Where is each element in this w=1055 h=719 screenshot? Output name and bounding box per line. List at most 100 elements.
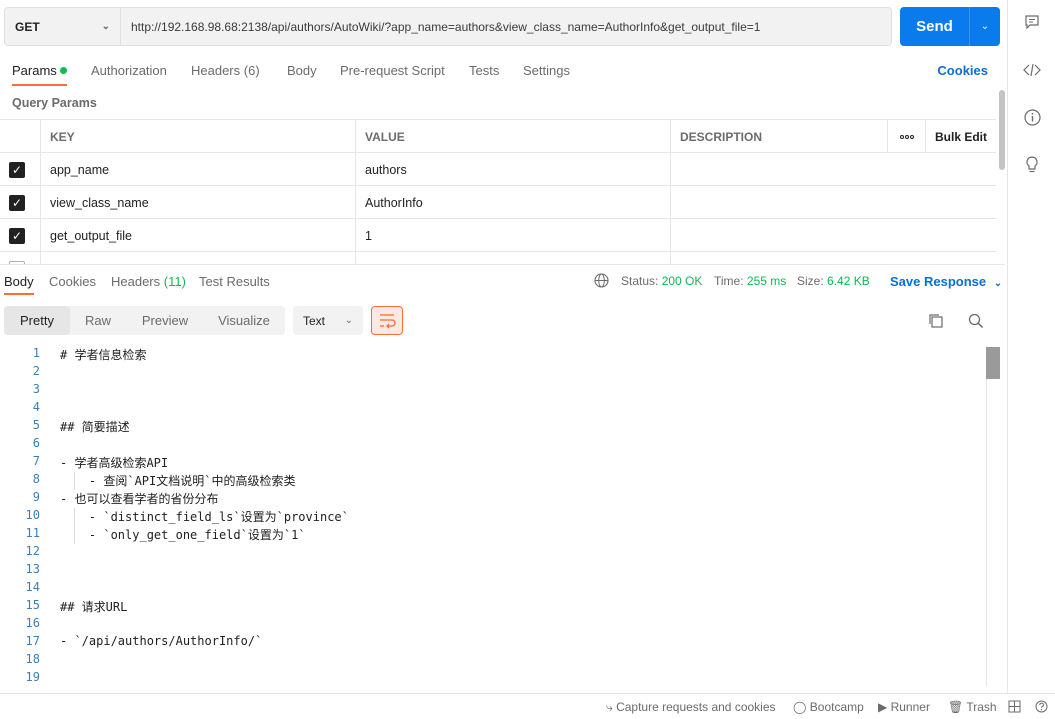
trash-button[interactable]: 🗑 Trash <box>948 700 997 714</box>
line-text: # 学者信息检索 <box>60 348 147 362</box>
bulk-edit-button[interactable]: Bulk Edit <box>925 120 996 153</box>
layout-icon[interactable] <box>1008 700 1021 716</box>
view-mode-visualize[interactable]: Visualize <box>209 306 279 335</box>
indent-guide <box>74 508 75 544</box>
code-line: 1 # 学者信息检索 <box>0 346 985 364</box>
editor-scrollbar[interactable] <box>986 347 1000 379</box>
code-line: 4 <box>0 400 985 418</box>
row-checkbox[interactable]: ✓ <box>0 219 40 252</box>
tab-pre-request-script[interactable]: Pre-request Script <box>340 63 445 78</box>
chevron-down-icon[interactable]: ⌄ <box>970 21 1000 32</box>
globe-icon[interactable] <box>594 273 609 291</box>
params-table: KEY VALUE DESCRIPTION Bulk Edit ✓ app_na… <box>0 119 996 264</box>
view-mode-pretty[interactable]: Pretty <box>4 306 70 335</box>
tab-headers[interactable]: Headers (6) <box>191 63 260 78</box>
view-mode-preview[interactable]: Preview <box>132 306 198 335</box>
cookies-link[interactable]: Cookies <box>937 63 988 78</box>
send-label: Send <box>916 18 953 35</box>
response-tab-body[interactable]: Body <box>4 274 34 289</box>
param-value[interactable]: authors <box>355 153 670 186</box>
param-value[interactable]: 1 <box>355 219 670 252</box>
request-tabs: Params Authorization Headers (6) Body Pr… <box>0 55 1000 87</box>
active-tab-indicator <box>4 293 34 295</box>
response-tab-cookies[interactable]: Cookies <box>49 274 96 289</box>
response-tab-test-results[interactable]: Test Results <box>199 274 270 289</box>
code-line: 12 <box>0 544 985 562</box>
url-input[interactable]: http://192.168.98.68:2138/api/authors/Au… <box>121 8 891 45</box>
code-line: 10 - `distinct_field_ls`设置为`province` <box>0 508 985 526</box>
code-line: 16 <box>0 616 985 634</box>
bootcamp-label: Bootcamp <box>809 700 864 714</box>
capture-requests-button[interactable]: ⤷ Capture requests and cookies <box>606 700 776 715</box>
row-checkbox[interactable] <box>0 252 40 264</box>
runner-button[interactable]: ▶ Runner <box>878 700 930 714</box>
code-line: 3 <box>0 382 985 400</box>
method-select[interactable]: GET ⌄ <box>5 8 121 45</box>
size-label: Size: <box>797 274 824 288</box>
comments-icon[interactable] <box>1008 14 1055 33</box>
tab-params[interactable]: Params <box>12 63 67 78</box>
time-label: Time: <box>714 274 744 288</box>
checkmark-icon: ✓ <box>9 161 25 178</box>
help-icon[interactable] <box>1035 700 1048 716</box>
param-key[interactable]: get_output_file <box>40 219 355 252</box>
code-line: 7 - 学者高级检索API <box>0 454 985 472</box>
tab-authorization[interactable]: Authorization <box>91 63 167 78</box>
param-key[interactable] <box>40 252 355 264</box>
lightbulb-icon[interactable] <box>1008 156 1055 177</box>
param-key[interactable]: app_name <box>40 153 355 186</box>
tab-settings[interactable]: Settings <box>523 63 570 78</box>
save-response-label: Save Response <box>890 274 987 289</box>
format-select[interactable]: Text ⌄ <box>293 306 363 335</box>
params-scrollbar[interactable] <box>999 90 1005 170</box>
code-line: 14 <box>0 580 985 598</box>
time-readout: Time: 255 ms <box>714 274 786 288</box>
wrap-lines-button[interactable] <box>371 306 403 335</box>
code-line: 11 - `only_get_one_field`设置为`1` <box>0 526 985 544</box>
search-icon[interactable] <box>967 312 987 330</box>
table-row: ✓ app_name authors <box>0 153 996 186</box>
response-body-editor[interactable]: 1 # 学者信息检索 2 3 4 5 ## 简要描述 6 7- 学者高级检索API … <box>0 346 985 686</box>
line-text: - 查阅`API文档说明`中的高级检索类 <box>60 474 296 488</box>
status-readout: Status: 200 OK <box>621 274 702 288</box>
send-button[interactable]: Send ⌄ <box>900 7 1000 46</box>
tab-body[interactable]: Body <box>287 63 317 78</box>
table-row <box>0 252 996 264</box>
param-description[interactable] <box>670 153 996 186</box>
column-value-header: VALUE <box>355 120 670 153</box>
table-row: ✓ view_class_name AuthorInfo <box>0 186 996 219</box>
param-description[interactable] <box>670 219 996 252</box>
more-options-icon[interactable] <box>887 120 925 153</box>
view-mode-raw[interactable]: Raw <box>74 306 122 335</box>
tab-label: Params <box>12 63 57 78</box>
param-description[interactable] <box>670 186 996 219</box>
copy-icon[interactable] <box>927 312 947 330</box>
column-key-header: KEY <box>40 120 355 153</box>
tab-tests[interactable]: Tests <box>469 63 499 78</box>
line-text: - `distinct_field_ls`设置为`province` <box>60 510 349 524</box>
active-tab-indicator <box>12 84 67 86</box>
line-text: - `/api/authors/AuthorInfo/` <box>60 634 263 648</box>
tab-label: Cookies <box>49 274 96 289</box>
code-icon[interactable] <box>1008 62 1055 81</box>
row-checkbox[interactable]: ✓ <box>0 186 40 219</box>
line-number: 13 <box>25 562 40 576</box>
param-key[interactable]: view_class_name <box>40 186 355 219</box>
response-tab-headers[interactable]: Headers (11) <box>111 274 186 289</box>
request-bar: GET ⌄ http://192.168.98.68:2138/api/auth… <box>4 7 892 46</box>
save-response-button[interactable]: Save Response ⌄ <box>890 274 1002 289</box>
row-checkbox[interactable]: ✓ <box>0 153 40 186</box>
code-line: 2 <box>0 364 985 382</box>
param-value[interactable]: AuthorInfo <box>355 186 670 219</box>
param-description[interactable] <box>670 252 996 264</box>
line-number: 12 <box>25 544 40 558</box>
param-value[interactable] <box>355 252 670 264</box>
info-icon[interactable] <box>1008 109 1055 129</box>
line-text: ## 简要描述 <box>60 420 130 434</box>
indent-guide <box>74 472 75 490</box>
code-line: 13 <box>0 562 985 580</box>
bootcamp-icon: ◯ <box>793 700 807 714</box>
code-line: 9 - 也可以查看学者的省份分布 <box>0 490 985 508</box>
bootcamp-button[interactable]: ◯ Bootcamp <box>793 700 864 714</box>
line-number: 19 <box>25 670 40 684</box>
